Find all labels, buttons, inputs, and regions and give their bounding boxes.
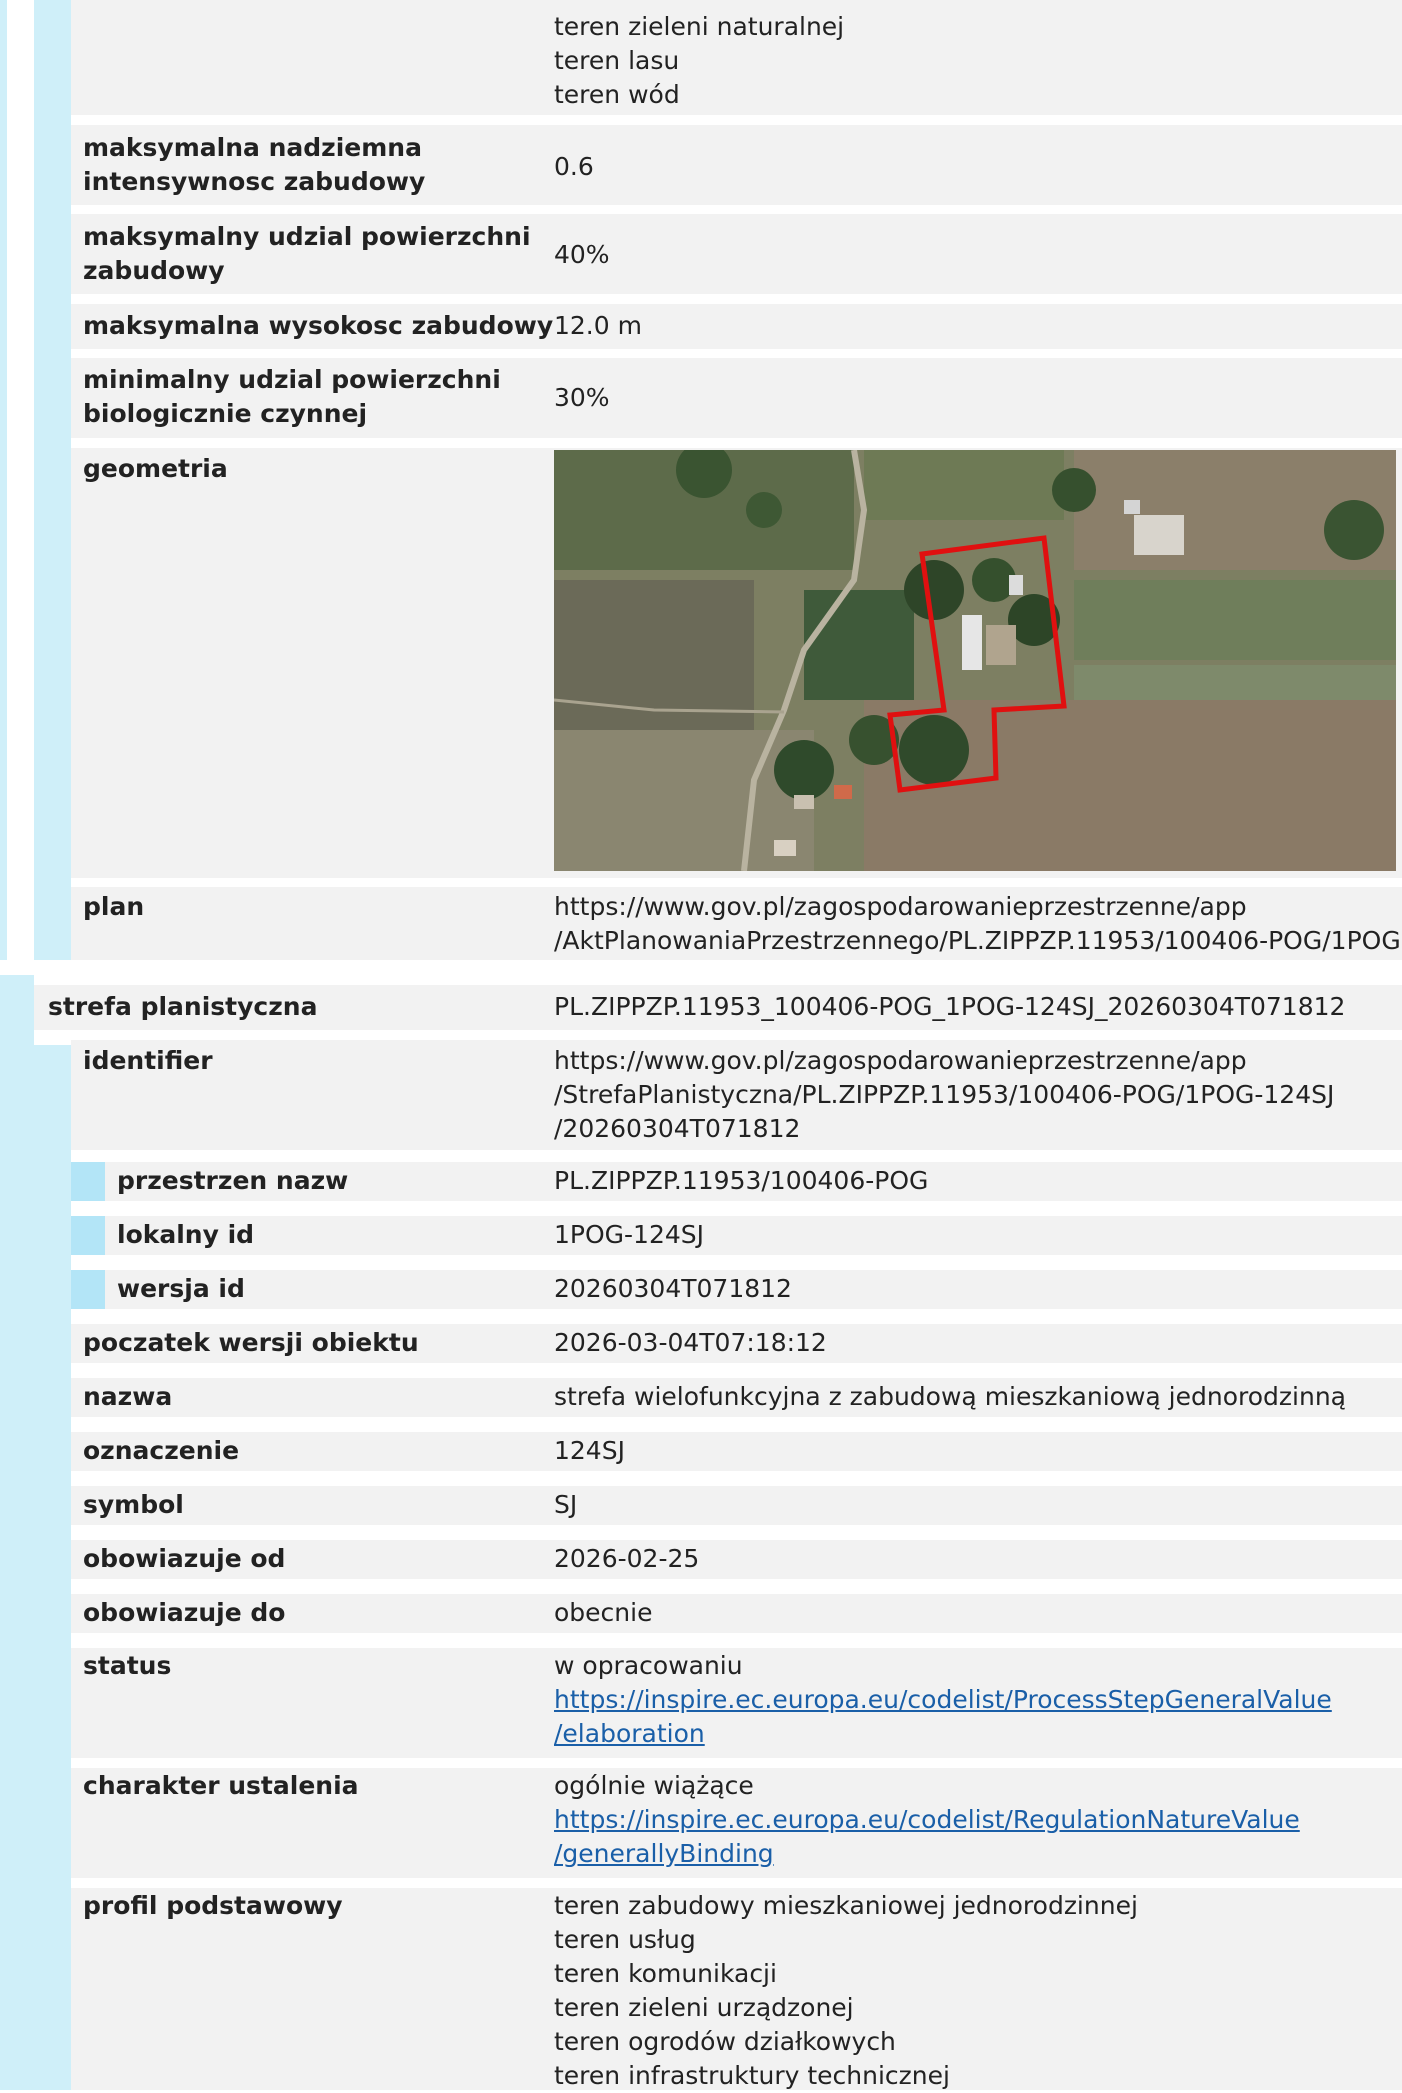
sub-attribute-value: 20260304T071812: [554, 1274, 792, 1303]
attribute-label: minimalny udzial powierzchni biologiczni…: [83, 365, 501, 428]
character-label: charakter ustalenia: [83, 1771, 359, 1800]
attribute-value: 40%: [554, 240, 610, 269]
status-text: w opracowaniu: [554, 1651, 743, 1680]
attribute-value: 12.0 m: [554, 311, 642, 340]
sub-attribute-value: PL.ZIPPZP.11953/100406-POG: [554, 1166, 929, 1195]
attribute-label: nazwa: [83, 1382, 173, 1411]
regulation-codelist-link[interactable]: https://inspire.ec.europa.eu/codelist/Re…: [554, 1803, 1300, 1871]
attribute-label: poczatek wersji obiektu: [83, 1328, 419, 1357]
attribute-page: teren zieleni naturalnej teren lasu tere…: [0, 0, 1402, 2090]
section2-level-bar: [34, 1045, 71, 2090]
profile-value: teren usług: [554, 1925, 696, 1954]
profile-value: teren zabudowy mieszkaniowej jednorodzin…: [554, 1891, 1138, 1920]
attribute-label: symbol: [83, 1490, 184, 1519]
status-codelist-link[interactable]: https://inspire.ec.europa.eu/codelist/Pr…: [554, 1683, 1332, 1751]
status-label: status: [83, 1651, 172, 1680]
attribute-label: maksymalna nadziemna intensywnosc zabudo…: [83, 133, 426, 196]
status-value: w opracowaniu https://inspire.ec.europa.…: [554, 1649, 1332, 1751]
attribute-label: obowiazuje od: [83, 1544, 286, 1573]
attribute-label: maksymalna wysokosc zabudowy: [83, 311, 554, 340]
attribute-value: SJ: [554, 1490, 578, 1519]
identifier-value: https://www.gov.pl/zagospodarowanieprzes…: [554, 1046, 1335, 1143]
character-text: ogólnie wiążące: [554, 1771, 754, 1800]
attribute-value: strefa wielofunkcyjna z zabudową mieszka…: [554, 1382, 1346, 1411]
row-stripe: [71, 1486, 1402, 1525]
attribute-value: obecnie: [554, 1598, 653, 1627]
feature-title-value: PL.ZIPPZP.11953_100406-POG_1POG-124SJ_20…: [554, 992, 1346, 1021]
geometry-map-image: [554, 450, 1396, 871]
profile-value: teren zieleni urządzonej: [554, 1993, 854, 2022]
row-stripe: [71, 1432, 1402, 1471]
sub-level-bar: [71, 1162, 105, 1201]
section1-level-bar: [34, 0, 71, 960]
attribute-value: 30%: [554, 383, 610, 412]
plan-label: plan: [83, 892, 145, 921]
section2-outer-bar: [0, 975, 34, 2090]
attribute-label: oznaczenie: [83, 1436, 240, 1465]
profile-value: teren komunikacji: [554, 1959, 777, 1988]
sub-attribute-label: lokalny id: [117, 1220, 255, 1249]
sub-level-bar: [71, 1270, 105, 1309]
geometry-label: geometria: [83, 454, 228, 483]
identifier-label: identifier: [83, 1046, 213, 1075]
section1-outer-bar: [0, 0, 7, 960]
attribute-value: 124SJ: [554, 1436, 625, 1465]
profile-values: teren zabudowy mieszkaniowej jednorodzin…: [554, 1889, 1138, 2093]
attribute-value: 2026-03-04T07:18:12: [554, 1328, 827, 1357]
land-use-value: teren lasu: [554, 46, 680, 75]
attribute-value: 2026-02-25: [554, 1544, 700, 1573]
land-use-value: teren wód: [554, 80, 680, 109]
character-value: ogólnie wiążące https://inspire.ec.europ…: [554, 1769, 1300, 1871]
sub-attribute-label: wersja id: [117, 1274, 245, 1303]
attribute-value: 0.6: [554, 152, 594, 181]
sub-attribute-value: 1POG-124SJ: [554, 1220, 705, 1249]
plan-value: https://www.gov.pl/zagospodarowanieprzes…: [554, 892, 1401, 955]
row-stripe: [105, 1216, 1402, 1255]
sub-level-bar: [71, 1216, 105, 1255]
feature-title: strefa planistyczna: [48, 992, 318, 1021]
attribute-label: obowiazuje do: [83, 1598, 286, 1627]
sub-attribute-label: przestrzen nazw: [117, 1166, 349, 1195]
attribute-label: maksymalny udzial powierzchni zabudowy: [83, 222, 531, 285]
land-use-value: teren zieleni naturalnej: [554, 12, 845, 41]
profile-value: teren infrastruktury technicznej: [554, 2061, 950, 2090]
profile-value: teren ogrodów działkowych: [554, 2027, 896, 2056]
profile-label: profil podstawowy: [83, 1891, 343, 1920]
